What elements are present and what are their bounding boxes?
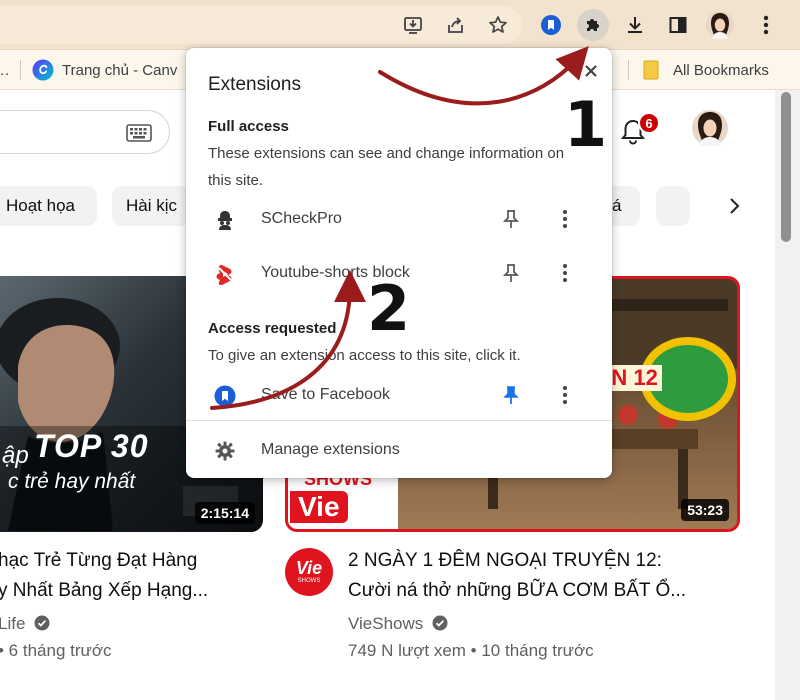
more-vert-icon[interactable] [554,262,576,284]
bookmark-overflow[interactable]: .. [0,58,10,82]
pin-outline-icon[interactable] [500,208,522,230]
video-duration: 2:15:14 [194,502,255,524]
search-input[interactable] [0,110,170,154]
bookmark-separator [20,60,21,80]
chip-partial-2[interactable] [656,186,690,226]
bookmark-canva[interactable]: Trang chủ - Canv [32,58,177,82]
channel-row: VieShows [348,614,448,634]
channel-row: Life [0,614,50,634]
canva-icon [32,59,54,81]
video-title-line[interactable]: hạc Trẻ Từng Đạt Hàng [0,546,197,576]
bookmark-label: Trang chủ - Canv [62,61,178,79]
chip-comedy[interactable]: Hài kịc [112,186,190,226]
notifications-button[interactable]: 6 [620,112,660,148]
share-icon[interactable] [440,9,472,41]
close-icon [585,65,597,77]
folder-icon [643,60,659,80]
keyboard-icon[interactable] [126,124,152,142]
close-button[interactable] [578,58,604,84]
video-title-line[interactable]: Cười ná thở những BỮA CƠM BẤT Ổ... [348,576,686,606]
browser-toolbar [0,0,800,50]
page-scrollbar[interactable] [775,90,800,700]
profile-avatar[interactable] [704,9,736,41]
extensions-popup: Extensions Full access These extensions … [186,48,612,478]
channel-avatar[interactable]: Vie SHOWS [285,548,333,596]
section-heading-full-access: Full access [208,118,289,135]
side-panel-icon[interactable] [662,9,694,41]
pin-filled-icon[interactable] [500,384,522,406]
channel-name[interactable]: VieShows [348,614,423,633]
bookmark-separator [628,60,629,80]
extension-name: Save to Facebook [261,386,390,403]
video-meta: 749 N lượt xem • 10 tháng trước [348,641,594,660]
bookmark-all-bookmarks[interactable]: All Bookmarks [643,58,769,82]
extension-row[interactable]: SCheckPro [186,194,612,244]
screenshot: .. Trang chủ - Canv All Bookmarks 6 Hoạt… [0,0,800,700]
star-icon[interactable] [482,9,514,41]
chip-animation[interactable]: Hoạt họa [0,186,97,226]
chips-next-button[interactable] [720,190,750,222]
overflow-dots-icon: .. [0,61,11,79]
menu-dots-icon[interactable] [750,9,782,41]
step-number-2: 2 [367,272,411,345]
puzzle-icon[interactable] [577,9,609,41]
video-duration: 53:23 [681,499,729,521]
scheckpro-icon [218,211,232,230]
extension-name: SCheckPro [261,210,342,227]
account-avatar[interactable] [692,110,728,146]
channel-avatar-subtext: SHOWS [297,578,321,584]
address-bar[interactable] [0,6,522,44]
notification-badge: 6 [638,112,660,134]
thumbnail-text-top30: TOP 30 [34,428,149,464]
pin-outline-icon[interactable] [500,262,522,284]
manage-extensions-label: Manage extensions [261,441,400,458]
section-description: To give an extension access to this site… [208,347,521,364]
verified-check-icon [34,615,50,631]
channel-avatar-text: Vie [295,558,323,578]
save-to-facebook-icon [214,385,236,407]
thumbnail-brand-vie: Vie [290,491,348,523]
chevron-right-icon [730,198,740,214]
section-description: These extensions can see and change info… [208,145,565,189]
download-icon[interactable] [619,9,651,41]
video-title-line[interactable]: y Nhất Bảng Xếp Hạng... [0,576,208,606]
popup-title: Extensions [208,74,301,95]
thumbnail-text-sub: c trẻ hay nhất [8,470,136,493]
channel-name[interactable]: Life [0,614,25,633]
youtube-shorts-block-icon [216,264,232,285]
section-heading-access-requested: Access requested [208,320,337,337]
step-number-1: 1 [564,88,608,161]
install-icon[interactable] [397,9,429,41]
extension-row[interactable]: Save to Facebook [186,370,612,420]
extension-blue-icon[interactable] [535,9,567,41]
popup-divider [186,420,612,421]
video-meta: • 6 tháng trước [0,641,112,660]
bookmark-label: All Bookmarks [673,61,769,79]
more-vert-icon[interactable] [554,208,576,230]
thumbnail-text-prefix: ập [2,442,29,469]
manage-extensions-row[interactable]: Manage extensions [186,425,612,475]
gear-icon [215,441,235,461]
scrollbar-thumb[interactable] [781,92,791,242]
verified-check-icon [432,615,448,631]
more-vert-icon[interactable] [554,384,576,406]
video-title-line[interactable]: 2 NGÀY 1 ĐÊM NGOẠI TRUYỆN 12: [348,546,662,576]
